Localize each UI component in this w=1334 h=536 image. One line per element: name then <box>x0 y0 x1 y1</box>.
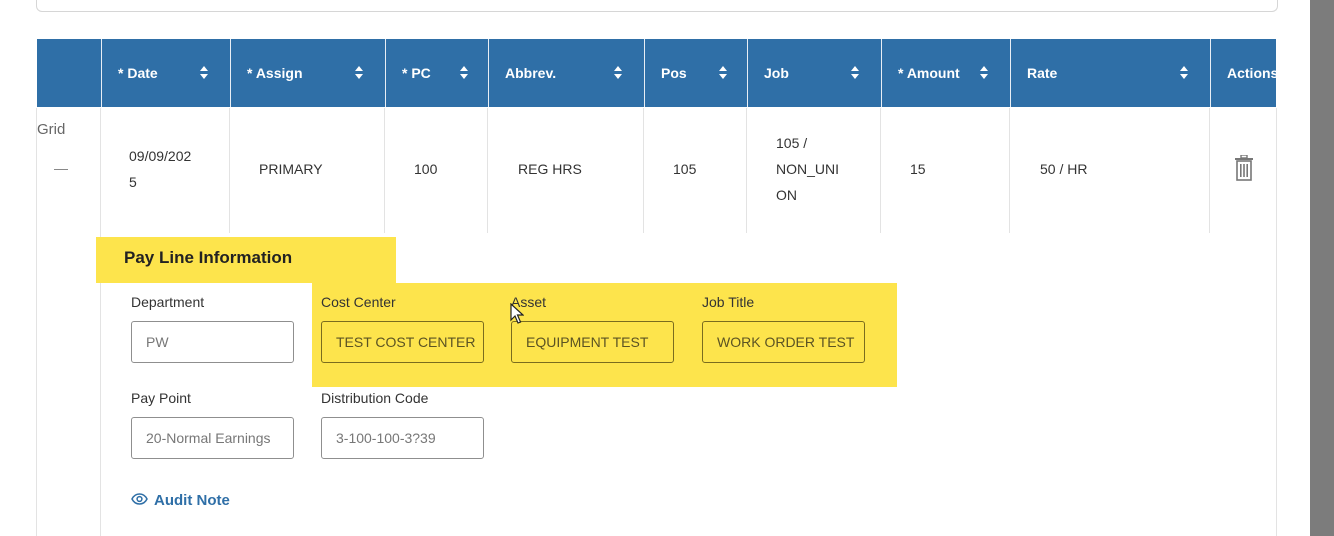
eye-icon <box>131 492 148 509</box>
cell-pos: 105 <box>643 108 746 233</box>
cell-pc: 100 <box>384 108 487 233</box>
header-actions-label: Actions <box>1227 65 1276 81</box>
assign-value: PRIMARY <box>259 161 323 177</box>
header-assign-label: * Assign <box>247 65 303 81</box>
sort-icon[interactable] <box>851 66 859 79</box>
audit-note-label: Audit Note <box>154 492 230 509</box>
asset-value: EQUIPMENT TEST <box>526 334 649 350</box>
table-header: * Date * Assign * PC Abbrev. Pos Job * A… <box>37 39 1276 107</box>
cost-center-field[interactable]: TEST COST CENTER <box>321 321 484 363</box>
table-right-border <box>1276 108 1277 536</box>
header-rate[interactable]: Rate <box>1010 39 1210 107</box>
trash-icon[interactable] <box>1234 154 1254 186</box>
header-pos-label: Pos <box>661 65 687 81</box>
cost-center-value: TEST COST CENTER <box>336 334 476 350</box>
header-date[interactable]: * Date <box>101 39 230 107</box>
header-pc[interactable]: * PC <box>385 39 488 107</box>
cell-amount: 15 <box>880 108 1009 233</box>
sort-icon[interactable] <box>460 66 468 79</box>
pay-line-title: Pay Line Information <box>124 248 293 267</box>
sort-icon[interactable] <box>719 66 727 79</box>
job-title-label: Job Title <box>702 294 755 310</box>
header-amount-label: * Amount <box>898 65 960 81</box>
header-pos[interactable]: Pos <box>644 39 747 107</box>
pay-point-label: Pay Point <box>131 390 191 406</box>
modal-dialog: * Date * Assign * PC Abbrev. Pos Job * A… <box>0 0 1310 536</box>
header-job-label: Job <box>764 65 789 81</box>
header-abbrev-label: Abbrev. <box>505 65 557 81</box>
sort-icon[interactable] <box>200 66 208 79</box>
cell-rate: 50 / HR <box>1009 108 1209 233</box>
header-amount[interactable]: * Amount <box>881 39 1010 107</box>
pay-point-field[interactable]: 20-Normal Earnings <box>131 417 294 459</box>
top-card <box>36 0 1278 12</box>
department-field[interactable]: PW <box>131 321 294 363</box>
date-line-2: 5 <box>129 174 137 190</box>
cell-job: 105 / NON_UNI ON <box>746 108 880 233</box>
job-title-value: WORK ORDER TEST <box>717 334 855 350</box>
date-line-1: 09/09/202 <box>129 148 192 164</box>
pc-value: 100 <box>414 161 438 177</box>
audit-note-link[interactable]: Audit Note <box>131 492 230 509</box>
pos-value: 105 <box>673 161 697 177</box>
cell-date: 09/09/202 5 <box>100 108 229 233</box>
distribution-code-label: Distribution Code <box>321 390 429 406</box>
sort-icon[interactable] <box>980 66 988 79</box>
header-actions: Actions <box>1210 39 1276 107</box>
distribution-code-value: 3-100-100-3?39 <box>336 430 436 446</box>
header-expand <box>37 39 101 107</box>
job-line-3: ON <box>776 187 797 203</box>
job-line-2: NON_UNI <box>776 161 840 177</box>
header-abbrev[interactable]: Abbrev. <box>488 39 644 107</box>
job-title-field[interactable]: WORK ORDER TEST <box>702 321 865 363</box>
backdrop-edge <box>1310 0 1334 536</box>
abbrev-value: REG HRS <box>518 161 582 177</box>
header-date-label: * Date <box>118 65 158 81</box>
department-label: Department <box>131 294 205 310</box>
mouse-cursor-icon <box>510 302 525 330</box>
table-row: 09/09/202 5 PRIMARY 100 REG HRS 105 105 … <box>37 108 1276 233</box>
header-pc-label: * PC <box>402 65 431 81</box>
header-rate-label: Rate <box>1027 65 1058 81</box>
cell-assign: PRIMARY <box>229 108 384 233</box>
distribution-code-field[interactable]: 3-100-100-3?39 <box>321 417 484 459</box>
sort-icon[interactable] <box>355 66 363 79</box>
asset-field[interactable]: EQUIPMENT TEST <box>511 321 674 363</box>
pay-point-value: 20-Normal Earnings <box>146 430 271 446</box>
sort-icon[interactable] <box>1180 66 1188 79</box>
department-value: PW <box>146 334 169 350</box>
amount-value: 15 <box>910 161 926 177</box>
header-job[interactable]: Job <box>747 39 881 107</box>
job-line-1: 105 / <box>776 135 808 151</box>
rate-value: 50 / HR <box>1040 161 1088 177</box>
cell-abbrev: REG HRS <box>487 108 643 233</box>
sort-icon[interactable] <box>614 66 622 79</box>
cost-center-label: Cost Center <box>321 294 396 310</box>
header-assign[interactable]: * Assign <box>230 39 385 107</box>
